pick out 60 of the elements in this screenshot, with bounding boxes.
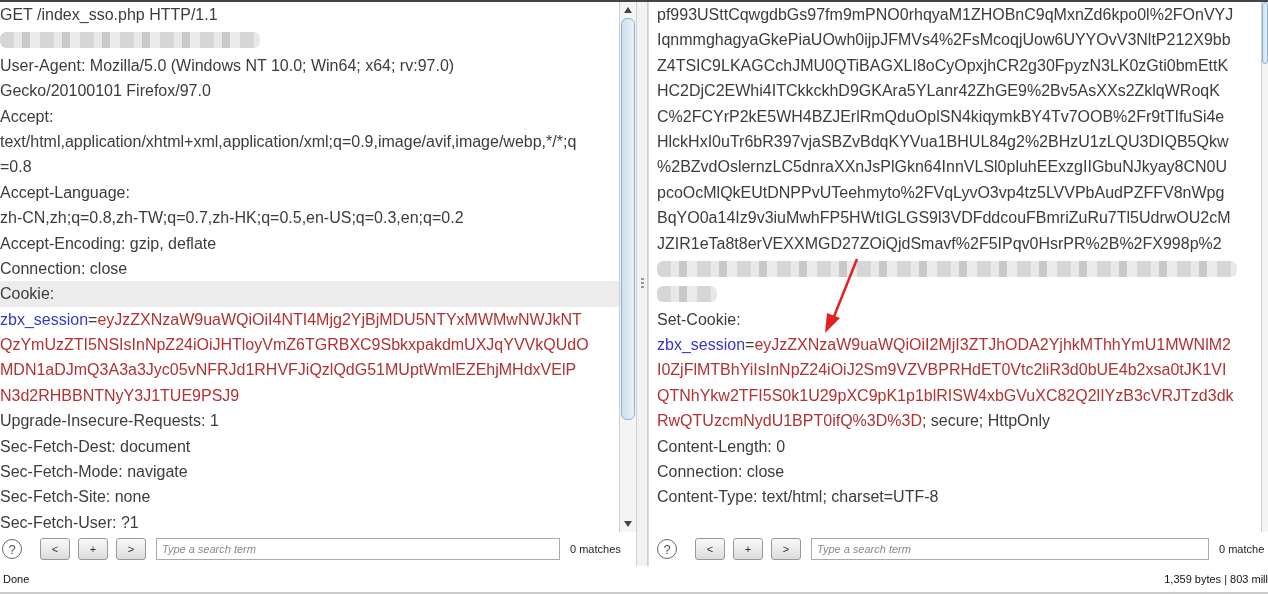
header-text: Content-Type: text/html; charset=UTF-8 <box>657 487 939 508</box>
add-button[interactable]: + <box>733 538 763 560</box>
header-text: Set-Cookie: <box>657 309 741 330</box>
header-text: Accept-Language: <box>0 182 130 203</box>
cookie-value: eyJzZXNzaW9uaWQiOiI4NTI4Mjg2YjBjMDU5NTYxMWMwNWJkNT <box>97 309 582 330</box>
header-text: C%2FCYrP2kE5WH4BZJErlRmQduOplSN4kiqymkBY4Tv7OOB%2Fr9tTIfuSi4e <box>657 106 1225 127</box>
search-field[interactable]: Type a search term <box>156 538 560 560</box>
header-text: Gecko/20100101 Firefox/97.0 <box>0 81 211 102</box>
cookie-value: MDN1aDJmQ3A3a3Jyc05vNFRJd1RHVFJiQzlQdG51MUptWmlEZEhjMHdxVElP <box>0 360 577 381</box>
response-stats: 1,359 bytes | 803 mill <box>1164 573 1268 585</box>
cookie-value: eyJzZXNzaW9uaWQiOiI2MjI3ZTJhODA2YjhkMThhYmU1MWNlM2 <box>754 335 1231 356</box>
header-text: User-Agent: Mozilla/5.0 (Windows NT 10.0; Win64; x64; rv:97.0) <box>0 55 455 76</box>
header-text: BqYO0a14Iz9v3iuMwhFP5HWtIGLGS9l3VDFddcouFBmriZuRu7Tl5UdrwOU2cM <box>657 208 1231 229</box>
cookie-value: N3d2RHBBNTNyY3J1TUE9PSJ9 <box>0 385 240 406</box>
help-button[interactable]: ? <box>2 539 22 559</box>
header-text: GET /index_sso.php HTTP/1.1 <box>0 5 218 25</box>
search-field[interactable]: Type a search term <box>811 538 1209 560</box>
previous-button[interactable]: < <box>40 538 70 560</box>
header-text: zh-CN,zh;q=0.8,zh-TW;q=0.7,zh-HK;q=0.5,en-US;q=0.3,en;q=0.2 <box>0 208 464 229</box>
cookie-name: zbx_session <box>0 309 89 330</box>
match-count: 0 matche <box>1219 543 1265 555</box>
next-button[interactable]: > <box>771 538 801 560</box>
header-text: pcoOcMlQkEUtDNPPvUTeehmyto%2FVqLyvO3vp4tz5LVVPbAudPZFFV8nWpg <box>657 182 1225 203</box>
header-text: =0.8 <box>0 157 32 178</box>
header-text: Sec-Fetch-Mode: navigate <box>0 462 188 483</box>
header-text: = <box>745 335 755 356</box>
header-text: Content-Length: 0 <box>657 436 786 457</box>
header-text: HC2DjC2EWhi4ITCkkckhD9GKAra5YLanr42ZhGE9%2Bv5AsXXs2ZklqWRoqK <box>657 81 1220 102</box>
header-text: Connection: close <box>657 462 785 483</box>
header-text: ; secure; HttpOnly <box>921 411 1050 432</box>
header-text: Z4TSIC9LKAGCchJMU0QTiBAGXLI8oCyOpxjhCR2g30FpyzN3LK0zGti0bmEttK <box>657 55 1229 76</box>
header-text: = <box>88 309 98 330</box>
header-text: pf993USttCqwgdbGs97fm9mPNO0rhqyaM1ZHOBnC9qMxnZd6kpo0l%2FOnVYJ <box>657 5 1234 25</box>
header-text: %2BZvdOslernzLC5dnraXXnJsPlGkn64InnVLSl0pluhEExzgIIGbuNJkyay8CN0U <box>657 157 1228 178</box>
previous-button[interactable]: < <box>695 538 725 560</box>
cookie-name: zbx_session <box>657 335 746 356</box>
header-text: Upgrade-Insecure-Requests: 1 <box>0 411 219 432</box>
header-text: Sec-Fetch-User: ?1 <box>0 512 139 532</box>
header-text: Sec-Fetch-Dest: document <box>0 436 191 457</box>
header-text: HlckHxI0uTr6bR397vjaSBZvBdqKYVua1BHUL84g2%2BHzU1zLQU3DIQB5Qkw <box>657 131 1229 152</box>
cookie-value: QzYmUzZTI5NSIsInNpZ24iOiJHTloyVmZ6TGRBXC9SbkxpakdmUXJqYVVkQUdO <box>0 335 589 356</box>
header-text: JZIR1eTa8t8erVEXXMGD27ZOiQjdSmavf%2F5IPqv0HsrPR%2B%2FX998p%2 <box>657 233 1222 254</box>
header-text: IqnmmghagyaGkePiaUOwh0ijpJFMVs4%2FsMcoqjUow6UYYOvV3NltP212X9bb <box>657 30 1231 51</box>
status-text: Done <box>3 573 30 585</box>
header-text: text/html,application/xhtml+xml,application/xml;q=0.9,image/avif,image/webp,*/*;q <box>0 131 577 152</box>
header-text: Connection: close <box>0 258 128 279</box>
cookie-value: I0ZjFlMTBhYiIsInNpZ24iOiJ2Sm9VZVBPRHdET0Vtc2liR3d0bUE4b2xsa0tJK1VI <box>657 360 1227 381</box>
header-text: Accept: <box>0 106 54 127</box>
cookie-value: QTNhYkw2TFI5S0k1U29pXC9pK1p1blRISW4xbGVuXC82Q2lIYzB3cVRJTzd3dk <box>657 385 1234 406</box>
redacted-blur <box>657 286 718 302</box>
add-button[interactable]: + <box>78 538 108 560</box>
header-text: Cookie: <box>0 284 55 305</box>
next-button[interactable]: > <box>116 538 146 560</box>
header-text: Sec-Fetch-Site: none <box>0 487 151 508</box>
scrollbar[interactable] <box>1261 2 1268 532</box>
scrollbar[interactable] <box>619 2 636 532</box>
match-count: 0 matches <box>570 543 621 555</box>
help-button[interactable]: ? <box>657 539 677 559</box>
header-text: Accept-Encoding: gzip, deflate <box>0 233 217 254</box>
cookie-value: RwQTUzcmNydU1BPT0ifQ%3D%3D <box>657 411 922 432</box>
